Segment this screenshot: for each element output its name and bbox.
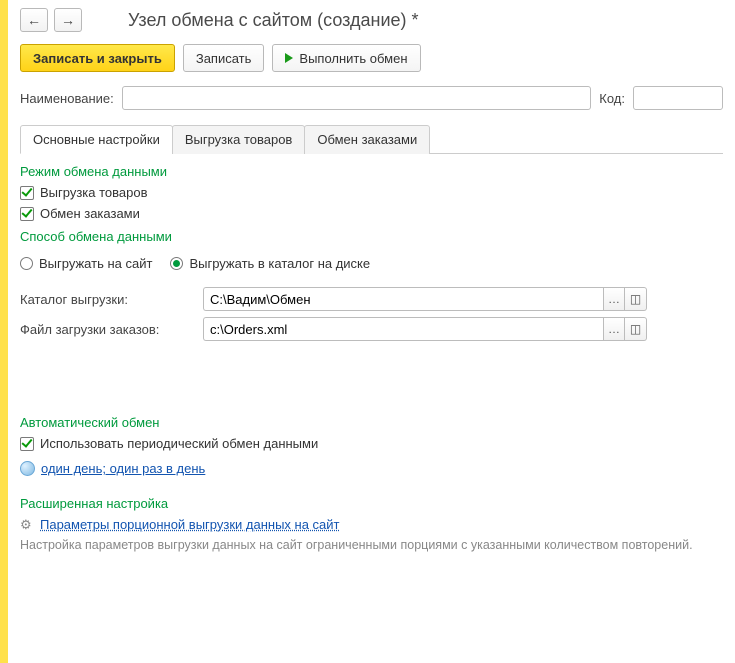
tab-orders-exchange[interactable]: Обмен заказами [304,125,430,154]
catalog-open-button[interactable]: ◫ [625,287,647,311]
run-exchange-button[interactable]: Выполнить обмен [272,44,420,72]
save-and-close-button[interactable]: Записать и закрыть [20,44,175,72]
nav-back-button[interactable]: ← [20,8,48,32]
run-exchange-label: Выполнить обмен [299,51,407,66]
tab-goods-export[interactable]: Выгрузка товаров [172,125,306,154]
catalog-label: Каталог выгрузки: [20,292,195,307]
advanced-section-title: Расширенная настройка [20,496,723,511]
checkbox-icon [20,207,34,221]
page-title: Узел обмена с сайтом (создание) * [128,10,419,31]
advanced-help-text: Настройка параметров выгрузки данных на … [20,538,723,552]
name-input[interactable] [122,86,592,110]
upload-to-disk-radio[interactable]: Выгружать в каталог на диске [170,256,370,271]
tab-orders-label: Обмен заказами [317,132,417,147]
save-button[interactable]: Записать [183,44,265,72]
gear-icon: ⚙ [20,518,34,532]
use-periodic-label: Использовать периодический обмен данными [40,436,318,451]
upload-to-site-label: Выгружать на сайт [39,256,152,271]
mode-section-title: Режим обмена данными [20,164,723,179]
code-label: Код: [599,91,625,106]
upload-to-site-radio[interactable]: Выгружать на сайт [20,256,152,271]
play-icon [285,53,293,63]
checkbox-icon [20,437,34,451]
portion-params-link[interactable]: Параметры порционной выгрузки данных на … [40,517,340,532]
code-input[interactable] [633,86,723,110]
method-section-title: Способ обмена данными [20,229,723,244]
orders-file-browse-button[interactable]: … [603,317,625,341]
name-label: Наименование: [20,91,114,106]
nav-forward-button[interactable]: → [54,8,82,32]
radio-icon [20,257,33,270]
checkbox-icon [20,186,34,200]
orders-file-open-button[interactable]: ◫ [625,317,647,341]
tab-goods-label: Выгрузка товаров [185,132,293,147]
tab-main-settings[interactable]: Основные настройки [20,125,173,154]
exchange-orders-label: Обмен заказами [40,206,140,221]
globe-icon [20,461,35,476]
orders-file-input[interactable] [203,317,603,341]
accent-stripe [0,0,8,663]
exchange-orders-checkbox[interactable]: Обмен заказами [20,206,723,221]
radio-icon [170,257,183,270]
schedule-link[interactable]: один день; один раз в день [41,461,205,476]
use-periodic-checkbox[interactable]: Использовать периодический обмен данными [20,436,723,451]
tab-main-label: Основные настройки [33,132,160,147]
save-label: Записать [196,51,252,66]
save-and-close-label: Записать и закрыть [33,51,162,66]
upload-to-disk-label: Выгружать в каталог на диске [189,256,370,271]
auto-section-title: Автоматический обмен [20,415,723,430]
catalog-input[interactable] [203,287,603,311]
catalog-browse-button[interactable]: … [603,287,625,311]
export-goods-checkbox[interactable]: Выгрузка товаров [20,185,723,200]
export-goods-label: Выгрузка товаров [40,185,148,200]
orders-file-label: Файл загрузки заказов: [20,322,195,337]
